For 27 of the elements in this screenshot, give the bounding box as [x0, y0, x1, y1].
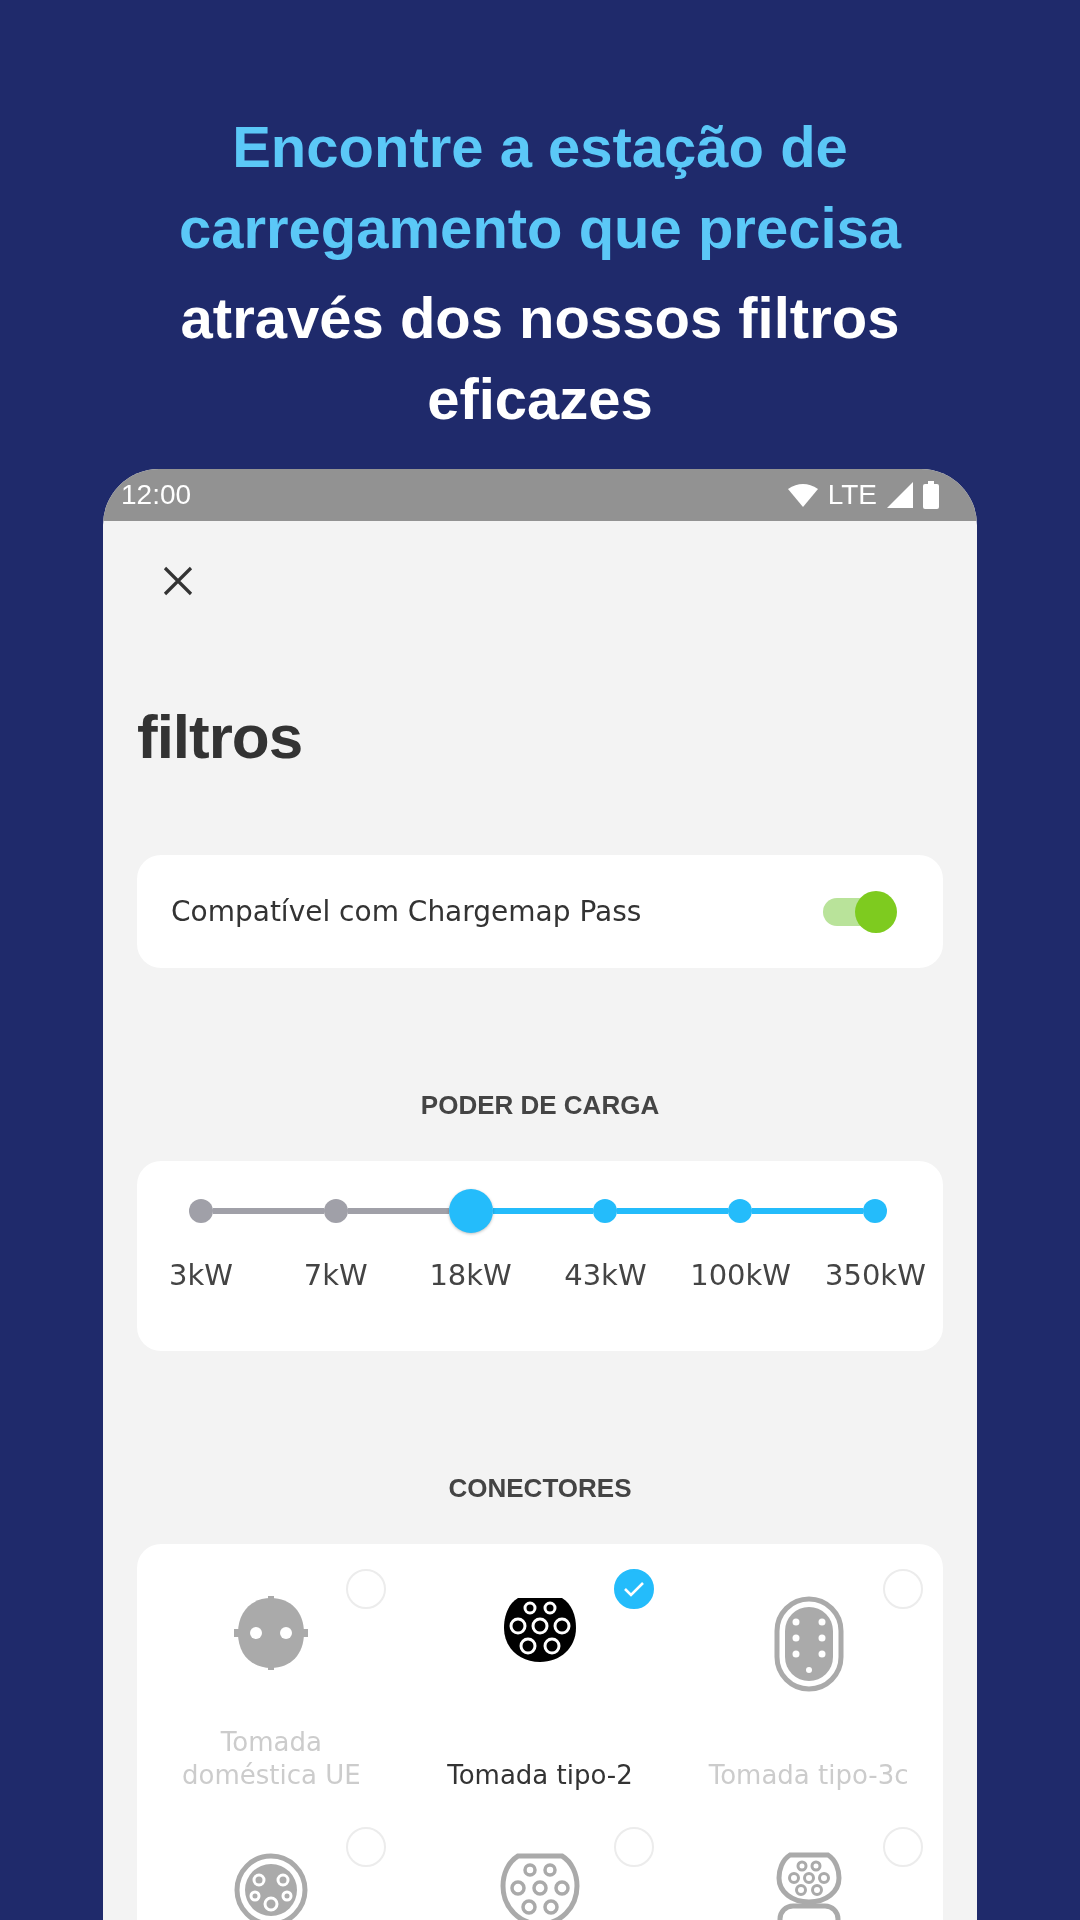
- signal-icon: [887, 482, 913, 508]
- section-heading: PODER DE CARGA: [419, 1090, 661, 1121]
- slider-thumb[interactable]: [448, 1189, 493, 1233]
- battery-icon: [923, 481, 939, 509]
- power-label: 3kW: [168, 1258, 234, 1292]
- wifi-icon: [787, 483, 818, 507]
- headline-text: através dos nossos filtros: [179, 284, 901, 352]
- screen-title: filtros: [137, 701, 304, 772]
- section-heading: CONECTORES: [447, 1473, 633, 1504]
- headline-text: Encontre a estação de: [231, 113, 849, 181]
- network-label: LTE: [827, 479, 877, 511]
- power-label: 100kW: [690, 1258, 791, 1292]
- connector-checkbox[interactable]: [614, 1569, 655, 1609]
- power-label: 43kW: [563, 1258, 648, 1292]
- status-time: 12:00: [121, 479, 192, 511]
- filter-label: Compatível com Chargemap Pass: [171, 895, 642, 928]
- connector-label: Tomada tipo-2: [446, 1759, 634, 1792]
- check-icon: [623, 1580, 646, 1598]
- power-label: 18kW: [428, 1258, 513, 1292]
- plug-socket-icon[interactable]: [234, 1596, 309, 1670]
- connector-icon[interactable]: [504, 1596, 576, 1662]
- power-label: 7kW: [302, 1258, 369, 1292]
- toggle-switch[interactable]: [821, 890, 897, 933]
- headline-text: carregamento que precisa: [177, 194, 903, 262]
- power-label: 350kW: [825, 1258, 925, 1292]
- headline-text: eficazes: [426, 365, 654, 433]
- close-icon[interactable]: [163, 566, 193, 596]
